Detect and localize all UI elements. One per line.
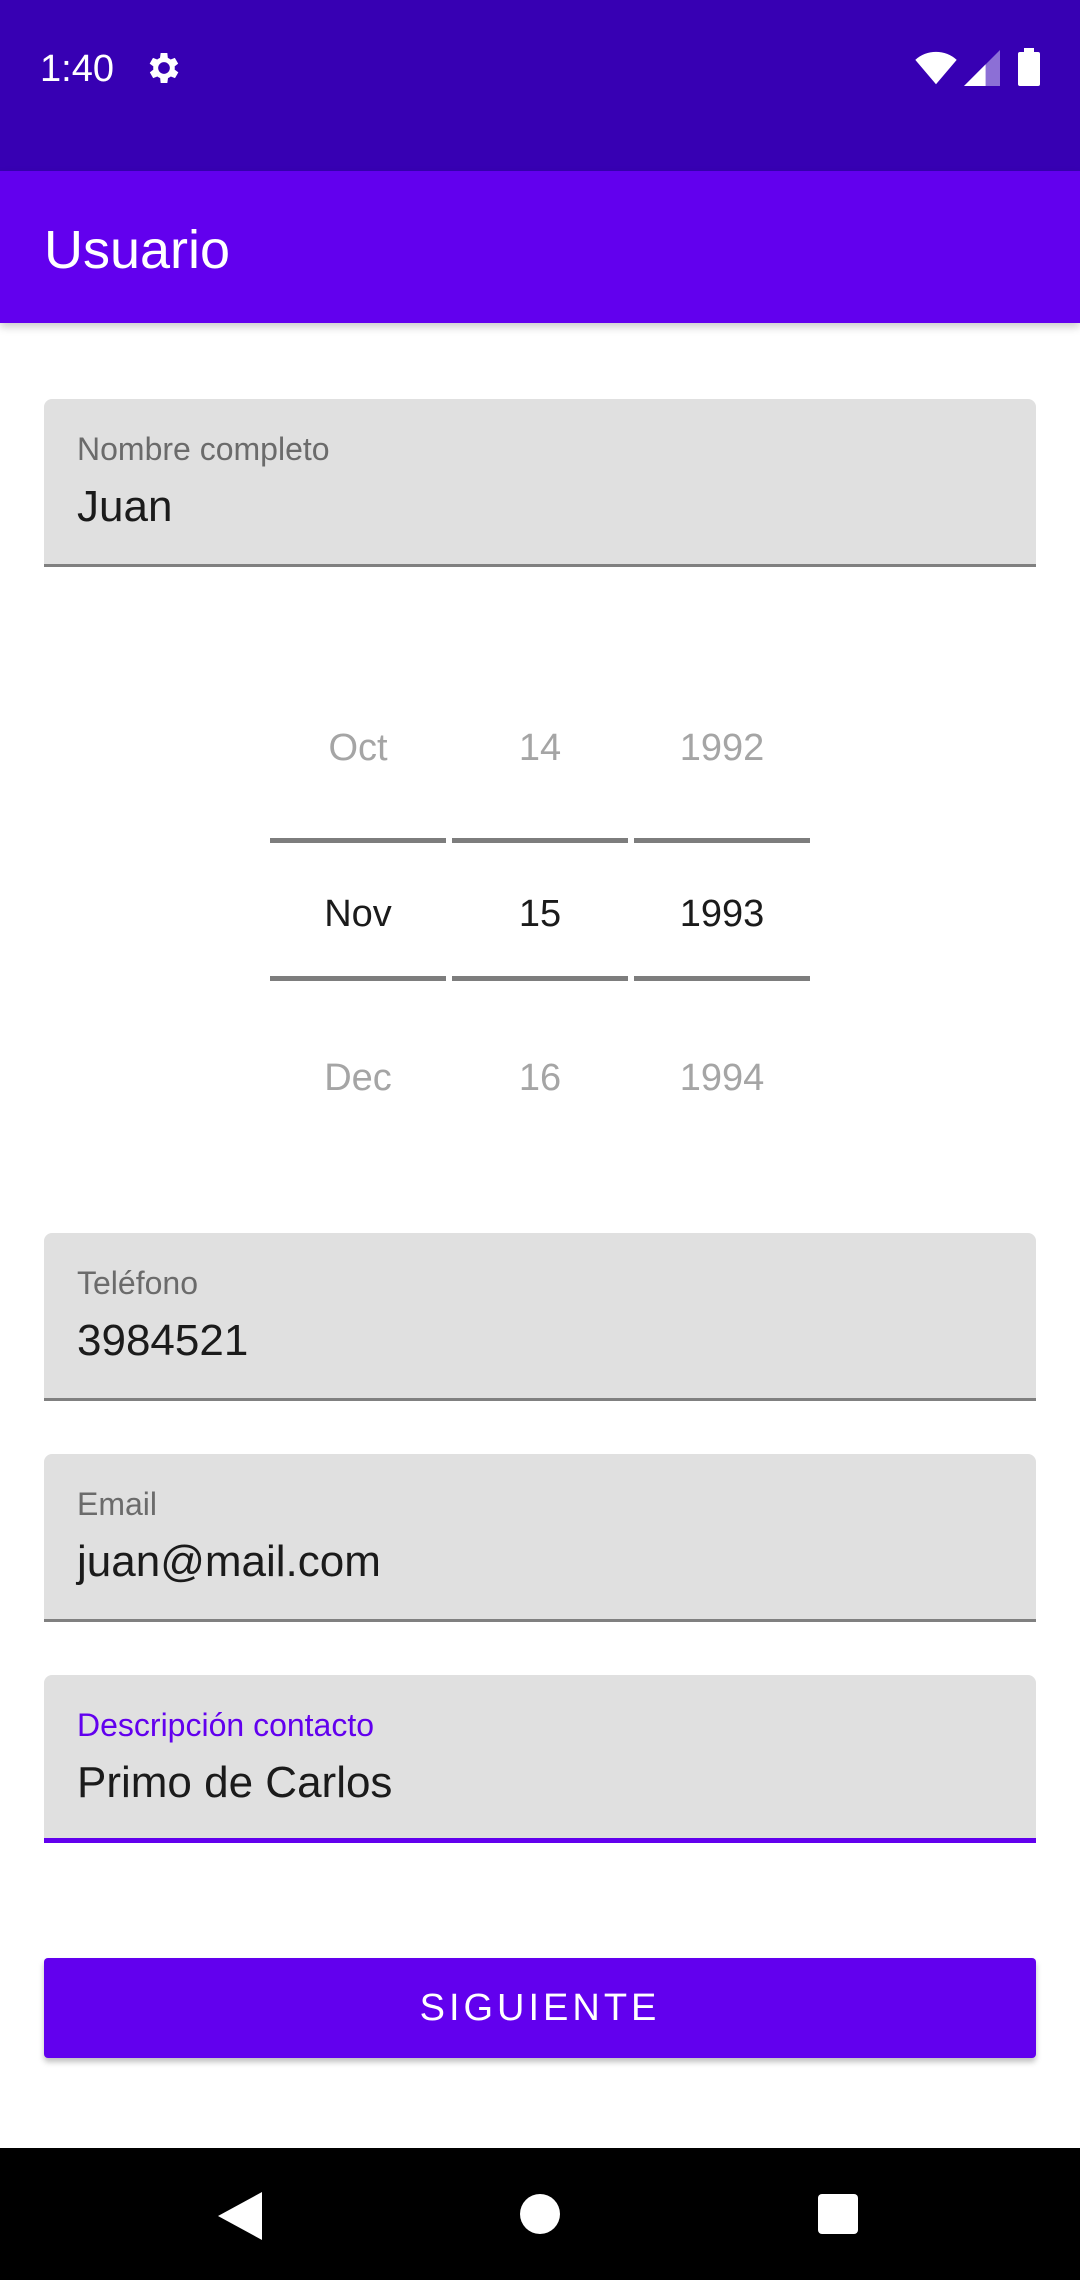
full-name-value[interactable]: Juan	[77, 479, 172, 535]
full-name-label: Nombre completo	[77, 431, 330, 467]
gear-icon	[149, 53, 179, 83]
day-picker[interactable]: 14 15 16	[452, 690, 628, 1130]
month-prev[interactable]: Oct	[270, 724, 446, 772]
email-field[interactable]: Email juan@mail.com	[44, 1454, 1036, 1622]
day-next[interactable]: 16	[452, 1054, 628, 1102]
battery-icon	[1018, 48, 1040, 86]
year-next[interactable]: 1994	[634, 1054, 810, 1102]
year-prev[interactable]: 1992	[634, 724, 810, 772]
status-time: 1:40	[40, 48, 114, 90]
description-field[interactable]: Descripción contacto Primo de Carlos	[44, 1675, 1036, 1843]
day-prev[interactable]: 14	[452, 724, 628, 772]
full-name-field[interactable]: Nombre completo Juan	[44, 399, 1036, 567]
phone-field[interactable]: Teléfono 3984521	[44, 1233, 1036, 1401]
phone-value[interactable]: 3984521	[77, 1313, 248, 1369]
description-label: Descripción contacto	[77, 1707, 375, 1743]
month-picker[interactable]: Oct Nov Dec	[270, 690, 446, 1130]
phone-label: Teléfono	[77, 1265, 198, 1301]
year-divider-top	[634, 838, 810, 843]
email-label: Email	[77, 1486, 158, 1522]
day-divider-bottom	[452, 976, 628, 981]
year-picker[interactable]: 1992 1993 1994	[634, 690, 810, 1130]
back-icon[interactable]	[218, 2192, 262, 2240]
home-icon[interactable]	[520, 2194, 560, 2234]
navigation-bar	[0, 2148, 1080, 2280]
month-selected[interactable]: Nov	[270, 890, 446, 938]
status-bar: 1:40	[0, 0, 1080, 171]
recents-icon[interactable]	[818, 2194, 858, 2234]
app-bar: Usuario	[0, 171, 1080, 323]
year-selected[interactable]: 1993	[634, 890, 810, 938]
month-divider-bottom	[270, 976, 446, 981]
month-divider-top	[270, 838, 446, 843]
email-value[interactable]: juan@mail.com	[77, 1534, 381, 1590]
wifi-icon	[915, 51, 957, 85]
next-button[interactable]: SIGUIENTE	[44, 1958, 1036, 2058]
month-next[interactable]: Dec	[270, 1054, 446, 1102]
page-title: Usuario	[44, 220, 231, 280]
year-divider-bottom	[634, 976, 810, 981]
day-selected[interactable]: 15	[452, 890, 628, 938]
signal-icon	[964, 50, 1000, 86]
day-divider-top	[452, 838, 628, 843]
description-value[interactable]: Primo de Carlos	[77, 1755, 392, 1811]
